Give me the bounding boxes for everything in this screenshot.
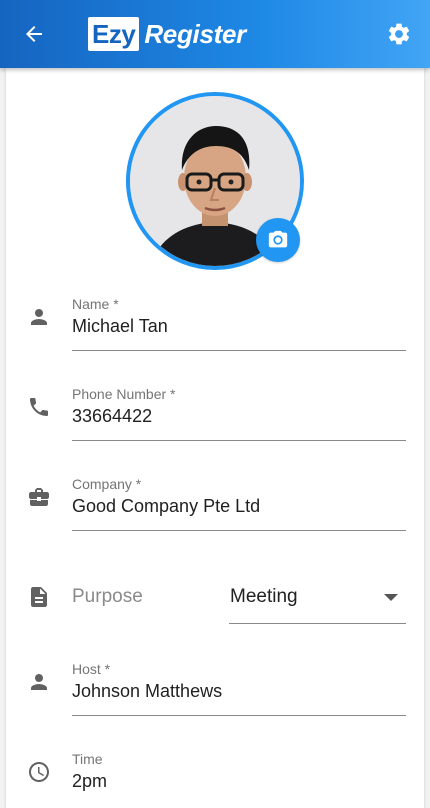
name-value: Michael Tan bbox=[72, 316, 168, 336]
clock-icon bbox=[26, 759, 52, 785]
purpose-underline bbox=[229, 623, 406, 624]
phone-label: Phone Number * bbox=[72, 386, 176, 402]
back-button[interactable] bbox=[14, 14, 54, 54]
purpose-value: Meeting bbox=[230, 586, 298, 607]
person-icon bbox=[26, 304, 52, 330]
phone-icon bbox=[26, 394, 52, 420]
name-underline bbox=[72, 350, 406, 351]
settings-button[interactable] bbox=[380, 15, 418, 53]
host-value: Johnson Matthews bbox=[72, 681, 223, 701]
logo-text: Register bbox=[144, 18, 246, 49]
registration-card: Name * Michael Tan Phone Number * 336644… bbox=[6, 68, 424, 808]
company-underline bbox=[72, 530, 406, 531]
camera-icon bbox=[268, 230, 288, 248]
host-underline bbox=[72, 715, 406, 716]
briefcase-icon bbox=[26, 484, 52, 510]
time-value: 2pm bbox=[72, 771, 108, 791]
change-photo-button[interactable] bbox=[256, 218, 300, 262]
app-logo: Ezy Register bbox=[88, 16, 246, 52]
company-value: Good Company Pte Ltd bbox=[72, 496, 261, 516]
time-input[interactable] bbox=[72, 747, 406, 793]
company-label: Company * bbox=[72, 476, 142, 492]
gear-icon bbox=[388, 23, 410, 45]
dropdown-arrow-icon bbox=[384, 594, 398, 601]
time-label: Time bbox=[72, 751, 103, 767]
app-bar: Ezy Register bbox=[0, 0, 430, 68]
person-icon bbox=[26, 669, 52, 695]
phone-underline bbox=[72, 440, 406, 441]
logo-box-text: Ezy bbox=[88, 17, 140, 51]
document-icon bbox=[26, 584, 52, 610]
purpose-dropdown[interactable]: Meeting bbox=[229, 578, 406, 624]
profile-photo-area bbox=[126, 92, 304, 270]
phone-value: 33664422 bbox=[72, 406, 153, 426]
host-label: Host * bbox=[72, 661, 111, 677]
purpose-label: Purpose bbox=[72, 586, 143, 607]
arrow-back-icon bbox=[26, 26, 42, 42]
name-label: Name * bbox=[72, 296, 119, 312]
